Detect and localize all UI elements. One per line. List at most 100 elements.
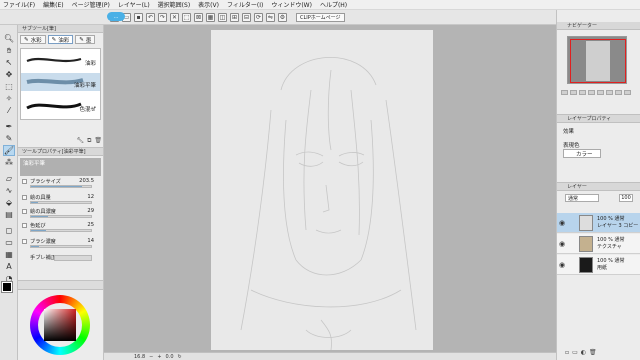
redo-icon[interactable]: ↷: [158, 12, 167, 22]
zoom-icon[interactable]: 🔍︎: [3, 33, 15, 44]
slider[interactable]: [30, 229, 92, 232]
reset-icon[interactable]: [624, 90, 631, 95]
pressure-toggle-icon[interactable]: [22, 209, 27, 214]
prop-paint-amount[interactable]: 絵の具量 12: [20, 194, 100, 206]
homepage-link[interactable]: CLIPホームページ: [296, 12, 345, 22]
gradient-icon[interactable]: ▤: [3, 209, 15, 220]
hand-icon[interactable]: ✋︎: [3, 45, 15, 56]
visibility-eye-icon[interactable]: ◉: [559, 240, 565, 248]
menu-file[interactable]: ファイル(F): [3, 0, 35, 9]
eraser-icon[interactable]: ▱: [3, 173, 15, 184]
transform-icon[interactable]: ⬚: [182, 12, 191, 22]
text-icon[interactable]: A: [3, 261, 15, 272]
hue-ring[interactable]: [30, 295, 90, 355]
status-badge[interactable]: ...: [107, 12, 125, 21]
fill-icon[interactable]: ⬙: [3, 197, 15, 208]
pen-icon[interactable]: ✒: [3, 121, 15, 132]
saturation-value-square[interactable]: [44, 309, 76, 341]
mask-icon[interactable]: ◐: [581, 349, 586, 356]
prop-paint-density[interactable]: 絵の具濃度 29: [20, 208, 100, 220]
tab-watercolor[interactable]: ✎ 水彩: [20, 35, 46, 44]
main-color-swatch[interactable]: [2, 282, 12, 292]
slider[interactable]: [30, 201, 92, 204]
zoom-readout[interactable]: 16.8: [134, 354, 145, 360]
brush-item[interactable]: 油彩: [21, 51, 100, 69]
trash-icon[interactable]: 🗑︎: [94, 137, 102, 145]
copy-icon[interactable]: ⧉: [87, 137, 91, 145]
slider[interactable]: [30, 185, 92, 188]
prop-color-stretch[interactable]: 色延び 25: [20, 222, 100, 234]
zoom-in-icon[interactable]: +: [157, 354, 161, 360]
brush-icon[interactable]: 🖌︎: [3, 145, 15, 156]
settings-icon[interactable]: 🔧︎: [76, 137, 84, 145]
prop-brush-size[interactable]: ブラシサイズ 203.5: [20, 178, 100, 190]
visibility-eye-icon[interactable]: ◉: [559, 219, 565, 227]
eyedropper-icon[interactable]: ⁄: [3, 105, 15, 116]
pressure-toggle-icon[interactable]: [22, 239, 27, 244]
zoom-in-icon[interactable]: [570, 90, 577, 95]
undo-icon[interactable]: ↶: [146, 12, 155, 22]
layer-row[interactable]: ◉ 100 % 通常 レイヤー 3 コピー: [557, 213, 640, 233]
fit-icon[interactable]: [588, 90, 595, 95]
prop-stabilization[interactable]: 手ブレ補正: [20, 254, 100, 266]
slider[interactable]: [30, 215, 92, 218]
new-layer-icon[interactable]: ▫: [565, 349, 569, 356]
invert-selection-icon[interactable]: ◫: [218, 12, 227, 22]
menu-edit[interactable]: 編集(E): [43, 0, 63, 9]
layer-row[interactable]: ◉ 100 % 通常 用紙: [557, 255, 640, 275]
clear-icon[interactable]: ✕: [170, 12, 179, 22]
save-icon[interactable]: ▪: [134, 12, 143, 22]
menu-filter[interactable]: フィルター(I): [227, 0, 263, 9]
tab-ink[interactable]: ✎ 墨: [75, 35, 96, 44]
angle-readout[interactable]: 0.0: [166, 354, 174, 360]
zoom-out-icon[interactable]: [579, 90, 586, 95]
ruler-icon[interactable]: ▦: [3, 249, 15, 260]
opacity-input[interactable]: 100: [619, 194, 633, 202]
brush-item[interactable]: 色混ぜ: [21, 97, 100, 115]
pressure-toggle-icon[interactable]: [22, 179, 27, 184]
display-color-select[interactable]: カラー: [563, 149, 601, 158]
zoom-slider[interactable]: [561, 90, 568, 95]
new-folder-icon[interactable]: ▭: [572, 349, 578, 356]
pressure-toggle-icon[interactable]: [22, 195, 27, 200]
pressure-toggle-icon[interactable]: [22, 223, 27, 228]
pencil-icon[interactable]: ✎: [3, 133, 15, 144]
navigator-preview[interactable]: [567, 36, 627, 84]
settings-icon[interactable]: ⚙: [278, 12, 287, 22]
rotate-icon[interactable]: ⟳: [254, 12, 263, 22]
layer-row[interactable]: ◉ 100 % 通常 テクスチャ: [557, 234, 640, 254]
slider[interactable]: [30, 245, 92, 248]
menu-page[interactable]: ページ管理(P): [72, 0, 110, 9]
airbrush-icon[interactable]: ⁂: [3, 157, 15, 168]
reduce-selection-icon[interactable]: ⊟: [242, 12, 251, 22]
canvas-paper[interactable]: [211, 30, 433, 351]
prop-brush-density[interactable]: ブラシ濃度 14: [20, 238, 100, 250]
menu-selection[interactable]: 選択範囲(S): [158, 0, 191, 9]
menu-view[interactable]: 表示(V): [198, 0, 219, 9]
color-panel-tabs[interactable]: [18, 281, 103, 290]
operation-icon[interactable]: ↖: [3, 57, 15, 68]
figure-icon[interactable]: ◻: [3, 225, 15, 236]
selection-icon[interactable]: ⬚: [3, 81, 15, 92]
move-layer-icon[interactable]: ✥: [3, 69, 15, 80]
expand-selection-icon[interactable]: ⊞: [230, 12, 239, 22]
rotate-left-icon[interactable]: [597, 90, 604, 95]
blend-mode-select[interactable]: 通常: [565, 194, 599, 202]
menu-window[interactable]: ウィンドウ(W): [271, 0, 312, 9]
brush-item-selected[interactable]: 油彩平筆: [21, 73, 100, 91]
deselect-icon[interactable]: ⊠: [194, 12, 203, 22]
menu-layer[interactable]: レイヤー(L): [118, 0, 150, 9]
rotate-icon[interactable]: ↻: [178, 354, 182, 360]
frame-icon[interactable]: ▭: [3, 237, 15, 248]
rotate-right-icon[interactable]: [606, 90, 613, 95]
blend-icon[interactable]: ∿: [3, 185, 15, 196]
auto-select-icon[interactable]: ✧: [3, 93, 15, 104]
flip-icon[interactable]: ⇋: [266, 12, 275, 22]
menu-help[interactable]: ヘルプ(H): [320, 0, 347, 9]
stabilization-steps[interactable]: [54, 255, 92, 261]
visibility-eye-icon[interactable]: ◉: [559, 261, 565, 269]
canvas-area[interactable]: [104, 25, 556, 352]
select-all-icon[interactable]: ▦: [206, 12, 215, 22]
zoom-out-icon[interactable]: −: [149, 354, 153, 360]
flip-icon[interactable]: [615, 90, 622, 95]
